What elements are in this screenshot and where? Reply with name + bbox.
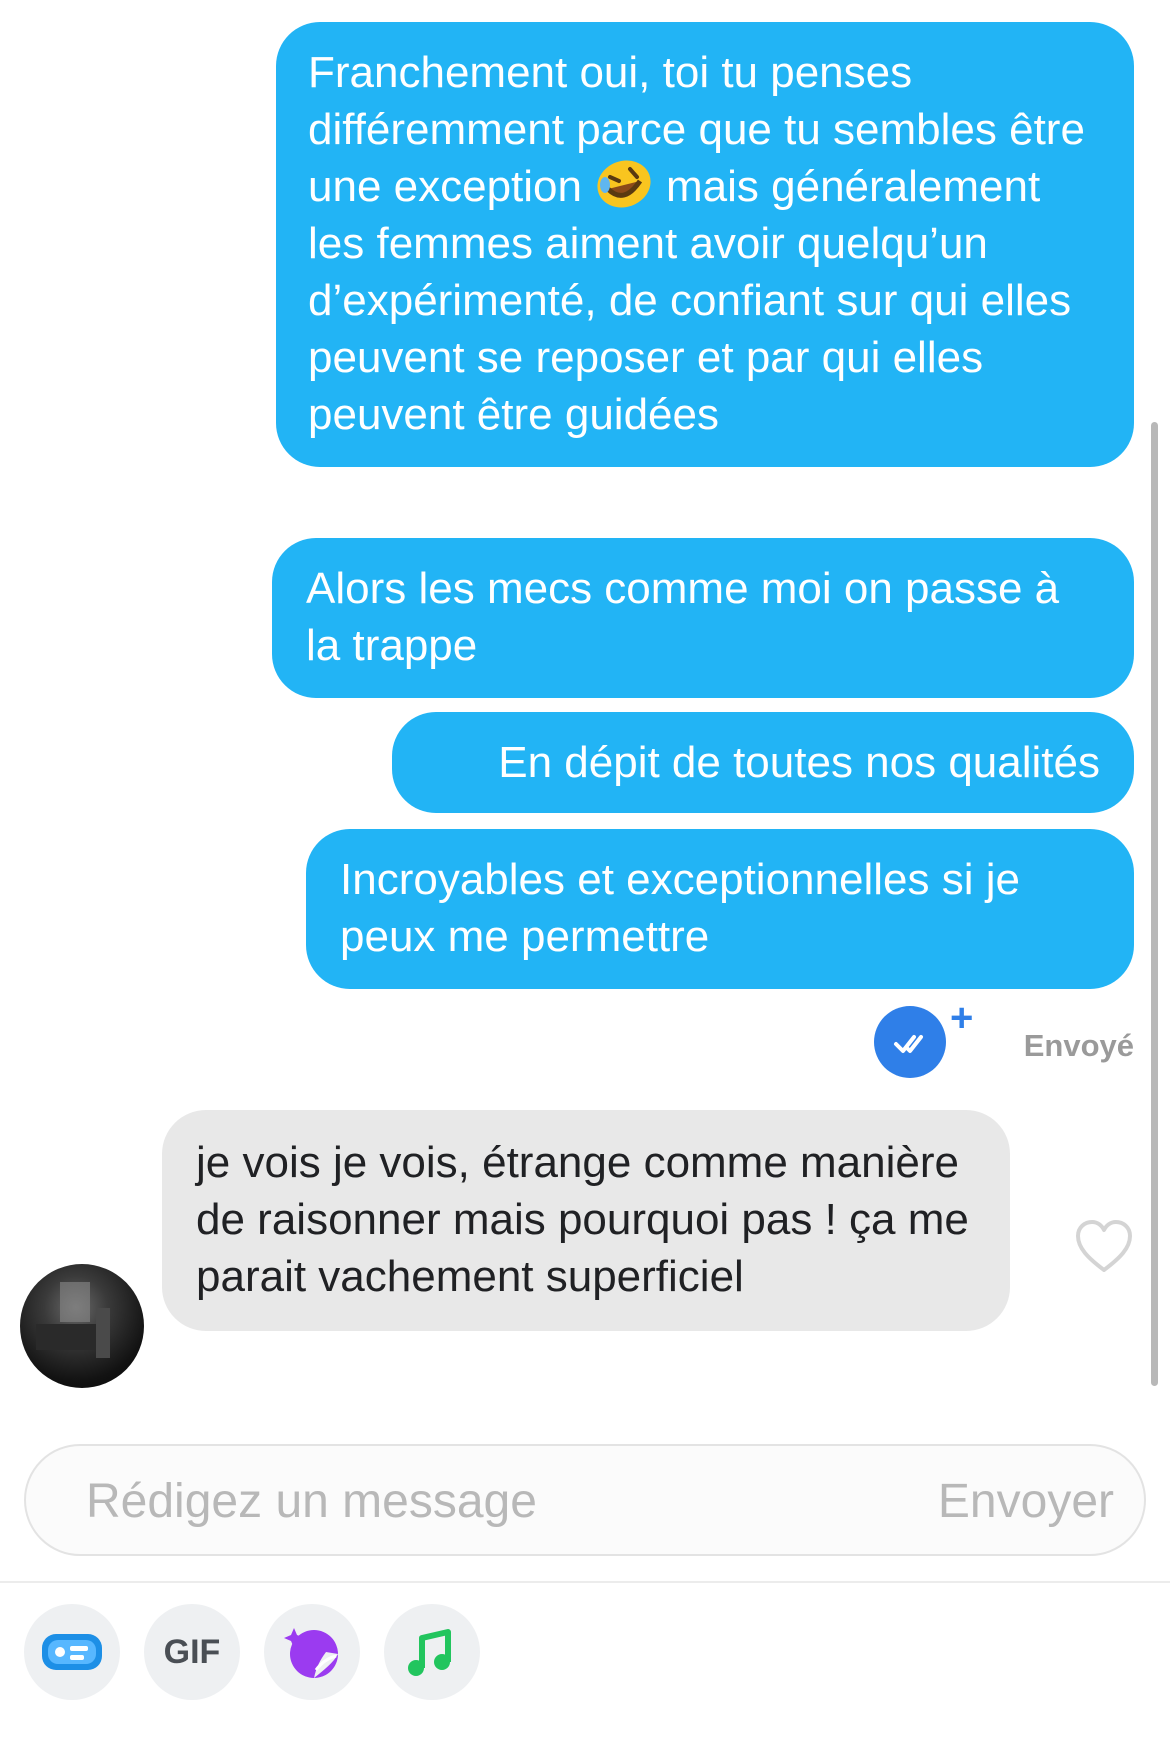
- message-status: + Envoyé: [874, 996, 1134, 1078]
- message-text: Incroyables et exceptionnelles si je peu…: [340, 855, 1020, 961]
- card-button[interactable]: [24, 1604, 120, 1700]
- scrollbar[interactable]: [1151, 422, 1158, 1386]
- message-bubble-outgoing[interactable]: Incroyables et exceptionnelles si je peu…: [306, 829, 1134, 989]
- message-text: En dépit de toutes nos qualités: [498, 738, 1100, 787]
- music-note-icon: [408, 1629, 451, 1676]
- message-bubble-outgoing[interactable]: Alors les mecs comme moi on passe à la t…: [272, 538, 1134, 698]
- send-button[interactable]: Envoyer: [938, 1474, 1114, 1529]
- message-text: Alors les mecs comme moi on passe à la t…: [306, 564, 1060, 670]
- plus-icon[interactable]: +: [950, 996, 973, 1041]
- avatar[interactable]: [20, 1264, 144, 1388]
- sticker-button[interactable]: [264, 1604, 360, 1700]
- sent-status-label: Envoyé: [1023, 1028, 1134, 1063]
- double-check-icon: [874, 1006, 946, 1078]
- heart-icon[interactable]: [1074, 1218, 1134, 1274]
- attachment-toolbar: GIF: [24, 1604, 624, 1702]
- message-input[interactable]: Rédigez un message: [86, 1474, 537, 1529]
- message-bubble-outgoing[interactable]: En dépit de toutes nos qualités: [392, 712, 1134, 813]
- message-bubble-incoming[interactable]: je vois je vois, étrange comme manière d…: [162, 1110, 1010, 1331]
- conversation-thread: Franchement oui, toi tu penses différemm…: [0, 0, 1170, 1420]
- message-text: je vois je vois, étrange comme manière d…: [196, 1138, 969, 1301]
- card-icon: [42, 1634, 102, 1670]
- message-composer[interactable]: Rédigez un message Envoyer: [24, 1444, 1146, 1556]
- message-bubble-outgoing[interactable]: Franchement oui, toi tu penses différemm…: [276, 22, 1134, 467]
- divider: [0, 1581, 1170, 1583]
- rolling-on-floor-laughing-emoji-icon: [596, 159, 652, 209]
- gif-button[interactable]: GIF: [144, 1604, 240, 1700]
- sticker-icon: [284, 1628, 338, 1678]
- music-button[interactable]: [384, 1604, 480, 1700]
